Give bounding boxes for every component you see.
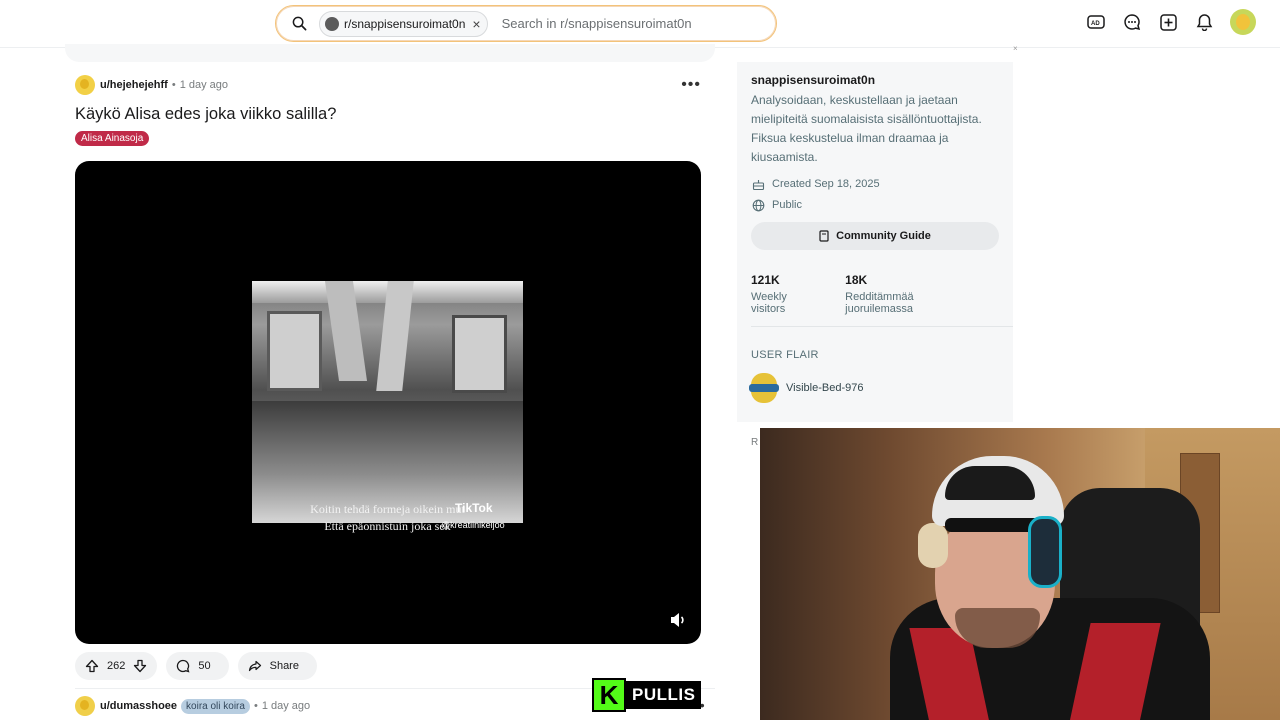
search-icon: [291, 16, 307, 32]
search-input[interactable]: [501, 16, 762, 31]
advertise-icon[interactable]: AD: [1086, 12, 1106, 32]
user-avatar[interactable]: [1230, 9, 1256, 35]
page: r/snappisensuroimat0n × AD × u/: [0, 0, 1280, 720]
comment-count: 50: [198, 660, 211, 672]
post-meta: u/hejehejehff • 1 day ago •••: [75, 72, 701, 98]
previous-post-actions-strip: [65, 44, 715, 62]
channel-name: PULLIS: [626, 681, 702, 709]
globe-icon: [751, 198, 765, 212]
sidebar-divider: [751, 326, 1013, 327]
cake-icon: [751, 177, 765, 191]
more-options-icon[interactable]: •••: [681, 76, 701, 94]
share-label: Share: [269, 660, 299, 672]
collapse-icon[interactable]: ×: [1013, 44, 1018, 53]
vote-control: 262: [75, 652, 158, 680]
post-author-avatar[interactable]: [75, 75, 95, 95]
meta-separator: •: [171, 79, 176, 91]
stat-label: Weekly visitors: [751, 291, 787, 315]
post-actions: 262 50 Share: [75, 652, 317, 680]
next-post-time: 1 day ago: [261, 700, 311, 712]
post-card[interactable]: u/hejehejehff • 1 day ago ••• Käykö Alis…: [75, 72, 701, 644]
community-guide-button[interactable]: Community Guide: [751, 222, 999, 250]
create-post-icon[interactable]: [1158, 12, 1178, 32]
share-icon: [248, 659, 262, 673]
upvote-icon[interactable]: [85, 659, 99, 673]
stat-value: 121K: [751, 273, 780, 287]
headset-icon: [1028, 516, 1062, 588]
community-filter-chip[interactable]: r/snappisensuroimat0n ×: [319, 10, 488, 37]
tiktok-handle: @kreatiinikeijoo: [441, 520, 505, 530]
created-date: Created Sep 18, 2025: [772, 178, 880, 190]
user-flair-name: Visible-Bed-976: [786, 382, 864, 394]
notification-bell-icon[interactable]: [1194, 12, 1214, 32]
next-post-user-flair: koira oli koira: [181, 698, 250, 714]
book-icon: [819, 230, 829, 242]
next-post-author[interactable]: u/dumasshoee: [100, 700, 177, 712]
close-icon[interactable]: ×: [472, 17, 480, 31]
post-title[interactable]: Käykö Alisa edes joka viikko salilla?: [75, 105, 701, 124]
vote-count: 262: [107, 660, 126, 672]
kick-channel-badge: K PULLIS: [592, 678, 702, 712]
downvote-icon[interactable]: [133, 659, 147, 673]
next-post-meta[interactable]: u/dumasshoee koira oli koira • 1 day ago: [75, 695, 310, 717]
sidebar-next-section-heading: R: [751, 437, 759, 448]
video-frame: [252, 281, 523, 523]
post-time: 1 day ago: [179, 79, 229, 91]
stat-value: 18K: [845, 273, 868, 287]
post-author[interactable]: u/hejehejehff: [100, 79, 168, 91]
share-button[interactable]: Share: [237, 652, 317, 680]
comments-button[interactable]: 50: [166, 652, 229, 680]
community-sidebar: snappisensuroimat0n Analysoidaan, keskus…: [737, 62, 1013, 422]
created-row: Created Sep 18, 2025: [751, 177, 1001, 191]
tiktok-watermark: TikTok: [455, 501, 493, 515]
top-header: r/snappisensuroimat0n × AD: [0, 0, 1280, 48]
post-flair[interactable]: Alisa Ainasoja: [75, 131, 150, 146]
video-player[interactable]: Koitin tehdä formeja oikein mut Että epä…: [75, 161, 701, 644]
streamer-webcam-overlay: [760, 428, 1280, 720]
stat-members-online: 18K Redditämmää juoruilemassa: [845, 273, 975, 315]
community-chip-label: r/snappisensuroimat0n: [344, 16, 466, 31]
volume-icon[interactable]: [669, 611, 687, 629]
community-avatar-icon: [325, 16, 339, 31]
user-flair-avatar: [749, 373, 779, 403]
stat-weekly-visitors: 121K Weekly visitors: [751, 273, 819, 315]
community-name: snappisensuroimat0n: [751, 73, 876, 87]
community-stats: 121K Weekly visitors 18K Redditämmää juo…: [751, 273, 1001, 315]
user-flair-row[interactable]: Visible-Bed-976: [749, 373, 1001, 403]
meta-separator: •: [253, 700, 258, 712]
svg-text:AD: AD: [1091, 21, 1100, 27]
chat-icon[interactable]: [1122, 12, 1142, 32]
comment-icon: [176, 659, 190, 673]
visibility-row: Public: [751, 198, 1001, 212]
community-guide-label: Community Guide: [836, 230, 931, 242]
search-bar[interactable]: r/snappisensuroimat0n ×: [275, 5, 777, 42]
kick-logo-icon: K: [592, 678, 626, 712]
header-actions: AD: [1086, 9, 1256, 35]
community-description: Analysoidaan, keskustellaan ja jaetaan m…: [751, 93, 982, 164]
stat-label: Redditämmää juoruilemassa: [845, 291, 914, 315]
next-post-author-avatar[interactable]: [75, 696, 95, 716]
user-flair-heading: USER FLAIR: [751, 349, 819, 361]
visibility-label: Public: [772, 199, 802, 211]
